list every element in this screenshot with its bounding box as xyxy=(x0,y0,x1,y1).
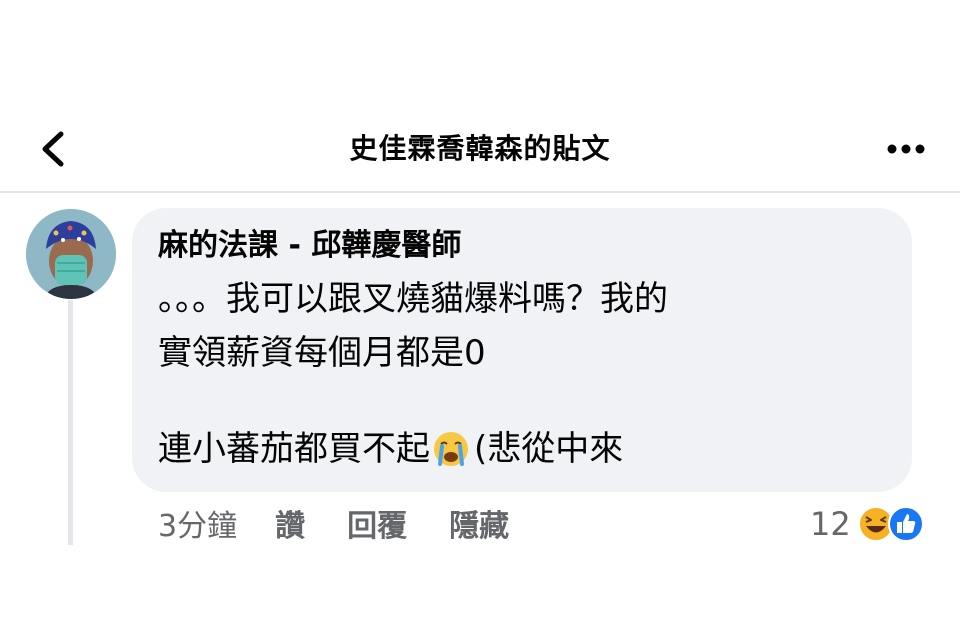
thread-line xyxy=(68,300,73,545)
reply-button[interactable]: 回覆 xyxy=(347,501,407,545)
comment-bubble[interactable]: 麻的法課 - 邱韡慶醫師 。。。我可以跟叉燒貓爆料嗎？我的 實領薪資每個月都是0… xyxy=(132,208,912,492)
hide-button[interactable]: 隱藏 xyxy=(449,501,509,545)
comment-timestamp: 3分鐘 xyxy=(158,509,238,544)
comment-text-segment: 連小蕃茄都買不起 xyxy=(158,429,430,469)
comment-text-line: 連小蕃茄都買不起 (悲從中來 xyxy=(158,426,623,472)
more-options-button[interactable] xyxy=(880,129,932,169)
comment-text-line: 實領薪資每個月都是0 xyxy=(158,333,486,373)
reaction-count: 12 xyxy=(810,505,851,543)
more-dots-icon xyxy=(887,144,925,154)
comment-author[interactable]: 麻的法課 - 邱韡慶醫師 xyxy=(158,227,461,265)
page-title: 史佳霖喬韓森的貼文 xyxy=(349,132,611,165)
like-button[interactable]: 讚 xyxy=(275,501,305,545)
comment-text-line: 。。。我可以跟叉燒貓爆料嗎？我的 xyxy=(158,279,668,319)
comment-actions: 3分鐘 讚 回覆 隱藏 xyxy=(158,500,551,546)
post-header: 史佳霖喬韓森的貼文 xyxy=(0,105,960,193)
comment-text-segment: (悲從中來 xyxy=(474,429,624,469)
avatar[interactable] xyxy=(26,209,116,299)
doctor-avatar-icon xyxy=(26,209,116,299)
reaction-summary[interactable]: 12 xyxy=(810,502,925,546)
like-reaction-icon xyxy=(887,506,924,542)
crying-face-icon xyxy=(434,432,468,466)
